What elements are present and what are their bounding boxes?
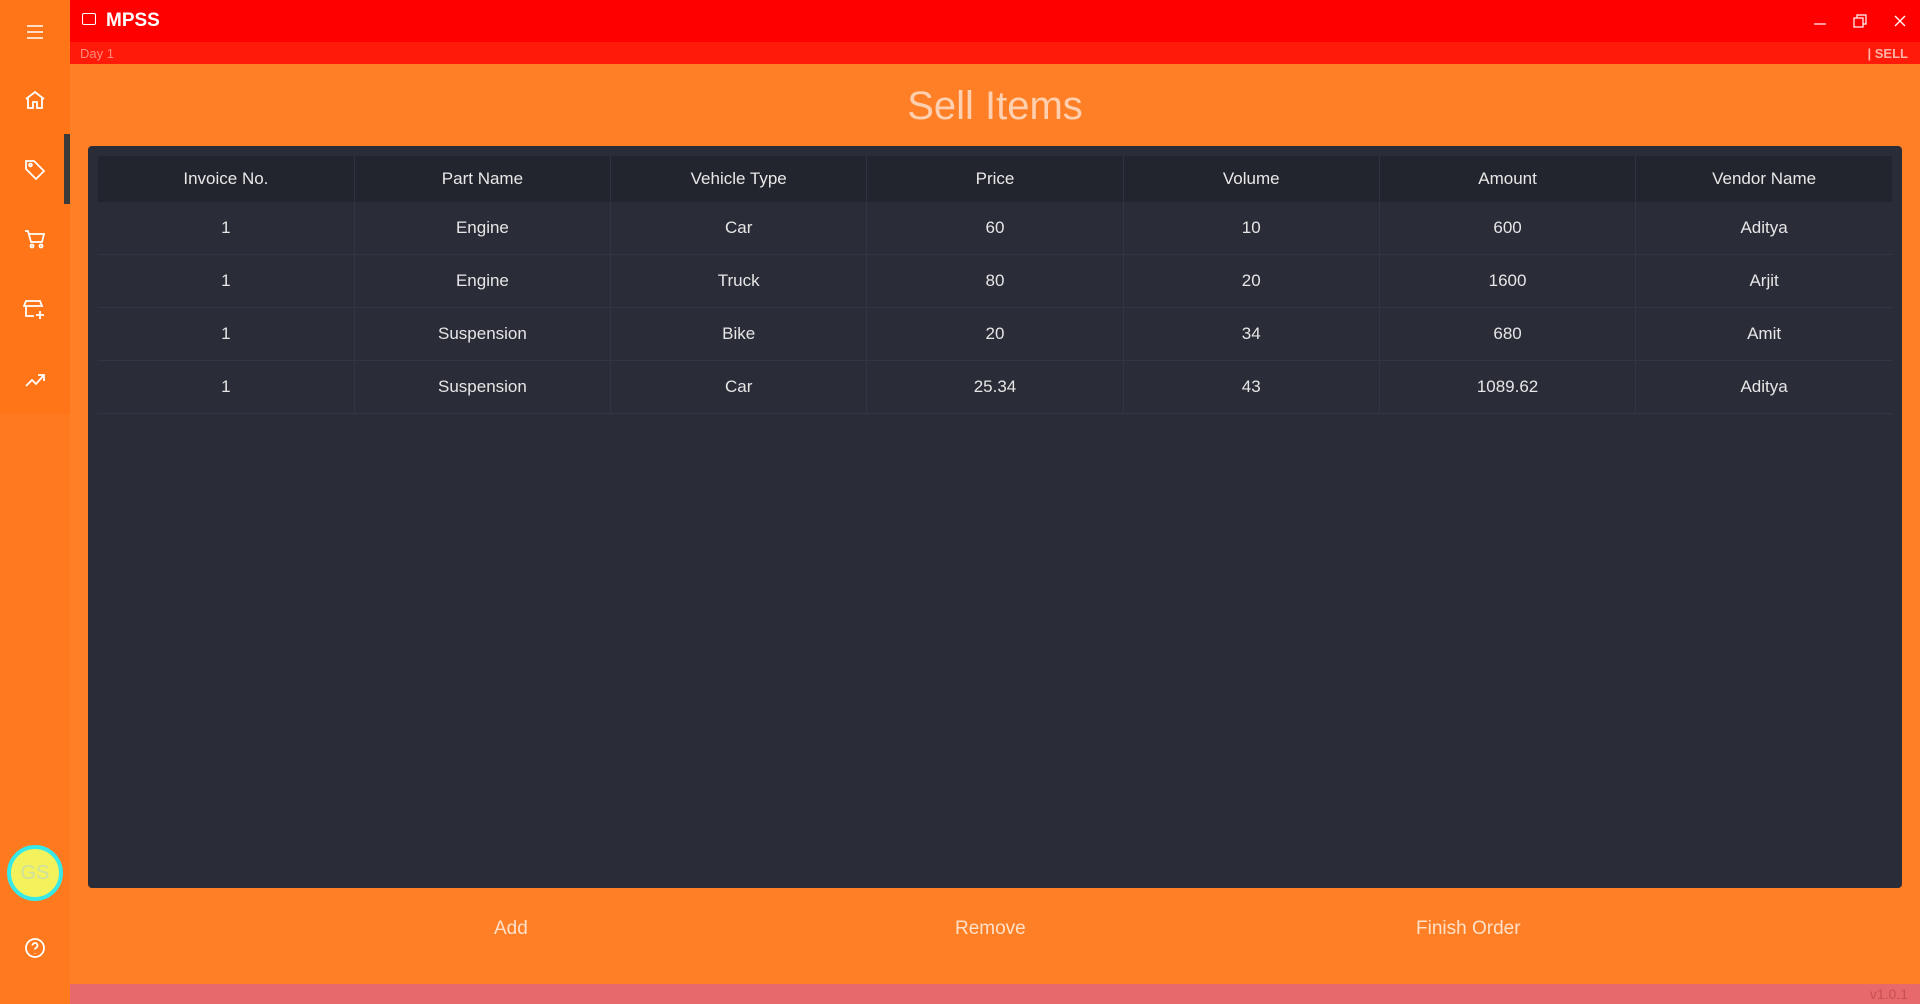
table-header-row: Invoice No. Part Name Vehicle Type Price… xyxy=(98,156,1892,202)
cell-vehicle-type: Bike xyxy=(610,307,868,361)
menu-icon xyxy=(27,25,43,39)
status-bar: Day 1 | SELL xyxy=(70,42,1920,64)
cell-volume: 43 xyxy=(1123,360,1380,414)
help-button[interactable] xyxy=(0,918,70,978)
menu-button[interactable] xyxy=(0,2,70,62)
cell-invoice-no: 1 xyxy=(98,254,355,308)
cell-vendor-name: Aditya xyxy=(1635,360,1892,414)
active-indicator xyxy=(64,134,70,204)
column-header-part-name[interactable]: Part Name xyxy=(354,156,612,202)
cell-vendor-name: Aditya xyxy=(1635,202,1892,255)
cell-invoice-no: 1 xyxy=(98,360,355,414)
avatar[interactable]: GS xyxy=(7,845,63,901)
table-row[interactable]: 1 Engine Car 60 10 600 Aditya xyxy=(98,202,1892,255)
minimize-button[interactable] xyxy=(1800,0,1840,42)
table-row[interactable]: 1 Suspension Bike 20 34 680 Amit xyxy=(98,307,1892,361)
cell-vehicle-type: Car xyxy=(610,360,868,414)
sidebar-item-analytics[interactable] xyxy=(0,349,70,409)
column-header-volume[interactable]: Volume xyxy=(1123,156,1380,202)
sidebar-item-buy[interactable] xyxy=(0,209,70,269)
cell-invoice-no: 1 xyxy=(98,202,355,255)
mode-label: | SELL xyxy=(1867,46,1908,61)
sidebar: GS xyxy=(0,0,70,1004)
home-icon xyxy=(25,90,45,109)
close-button[interactable] xyxy=(1880,0,1920,42)
cell-vendor-name: Arjit xyxy=(1635,254,1892,308)
app-icon xyxy=(82,13,96,25)
cell-volume: 34 xyxy=(1123,307,1380,361)
column-header-invoice-no[interactable]: Invoice No. xyxy=(98,156,355,202)
cell-volume: 10 xyxy=(1123,202,1380,255)
tag-icon xyxy=(25,160,46,181)
sidebar-item-add-store[interactable] xyxy=(0,279,70,339)
cell-invoice-no: 1 xyxy=(98,307,355,361)
cell-price: 60 xyxy=(866,202,1124,255)
sidebar-item-sell[interactable] xyxy=(0,139,70,199)
app-title: MPSS xyxy=(106,10,160,31)
finish-order-button[interactable]: Finish Order xyxy=(1416,918,1521,940)
column-header-vendor-name[interactable]: Vendor Name xyxy=(1635,156,1892,202)
cell-part-name: Engine xyxy=(354,202,612,255)
column-header-amount[interactable]: Amount xyxy=(1379,156,1637,202)
day-label: Day 1 xyxy=(80,46,114,61)
column-header-price[interactable]: Price xyxy=(866,156,1124,202)
footer-bar: v1.0.1 xyxy=(70,984,1920,1004)
items-table: Invoice No. Part Name Vehicle Type Price… xyxy=(98,156,1892,414)
table-row[interactable]: 1 Suspension Car 25.34 43 1089.62 Aditya xyxy=(98,360,1892,414)
restore-icon xyxy=(1853,14,1867,28)
remove-button[interactable]: Remove xyxy=(955,918,1026,940)
cell-vehicle-type: Car xyxy=(610,202,868,255)
add-button[interactable]: Add xyxy=(494,918,528,940)
cell-vehicle-type: Truck xyxy=(610,254,868,308)
title-bar: MPSS xyxy=(70,0,1920,42)
cell-volume: 20 xyxy=(1123,254,1380,308)
page-title: Sell Items xyxy=(907,84,1083,128)
version-label: v1.0.1 xyxy=(1869,986,1908,1002)
minimize-icon xyxy=(1814,23,1826,25)
items-table-panel: Invoice No. Part Name Vehicle Type Price… xyxy=(88,146,1902,888)
cell-price: 80 xyxy=(866,254,1124,308)
cell-vendor-name: Amit xyxy=(1635,307,1892,361)
cell-part-name: Suspension xyxy=(354,360,612,414)
cell-amount: 1600 xyxy=(1379,254,1637,308)
store-add-icon xyxy=(23,300,44,319)
cell-part-name: Suspension xyxy=(354,307,612,361)
sidebar-item-home[interactable] xyxy=(0,70,70,130)
column-header-vehicle-type[interactable]: Vehicle Type xyxy=(610,156,868,202)
cell-amount: 1089.62 xyxy=(1379,360,1637,414)
restore-button[interactable] xyxy=(1840,0,1880,42)
cell-amount: 680 xyxy=(1379,307,1637,361)
help-icon xyxy=(25,938,45,958)
cell-price: 20 xyxy=(866,307,1124,361)
close-icon xyxy=(1894,15,1906,27)
cart-icon xyxy=(25,230,46,249)
analytics-icon xyxy=(25,374,45,387)
cell-amount: 600 xyxy=(1379,202,1637,255)
cell-price: 25.34 xyxy=(866,360,1124,414)
cell-part-name: Engine xyxy=(354,254,612,308)
table-row[interactable]: 1 Engine Truck 80 20 1600 Arjit xyxy=(98,254,1892,308)
